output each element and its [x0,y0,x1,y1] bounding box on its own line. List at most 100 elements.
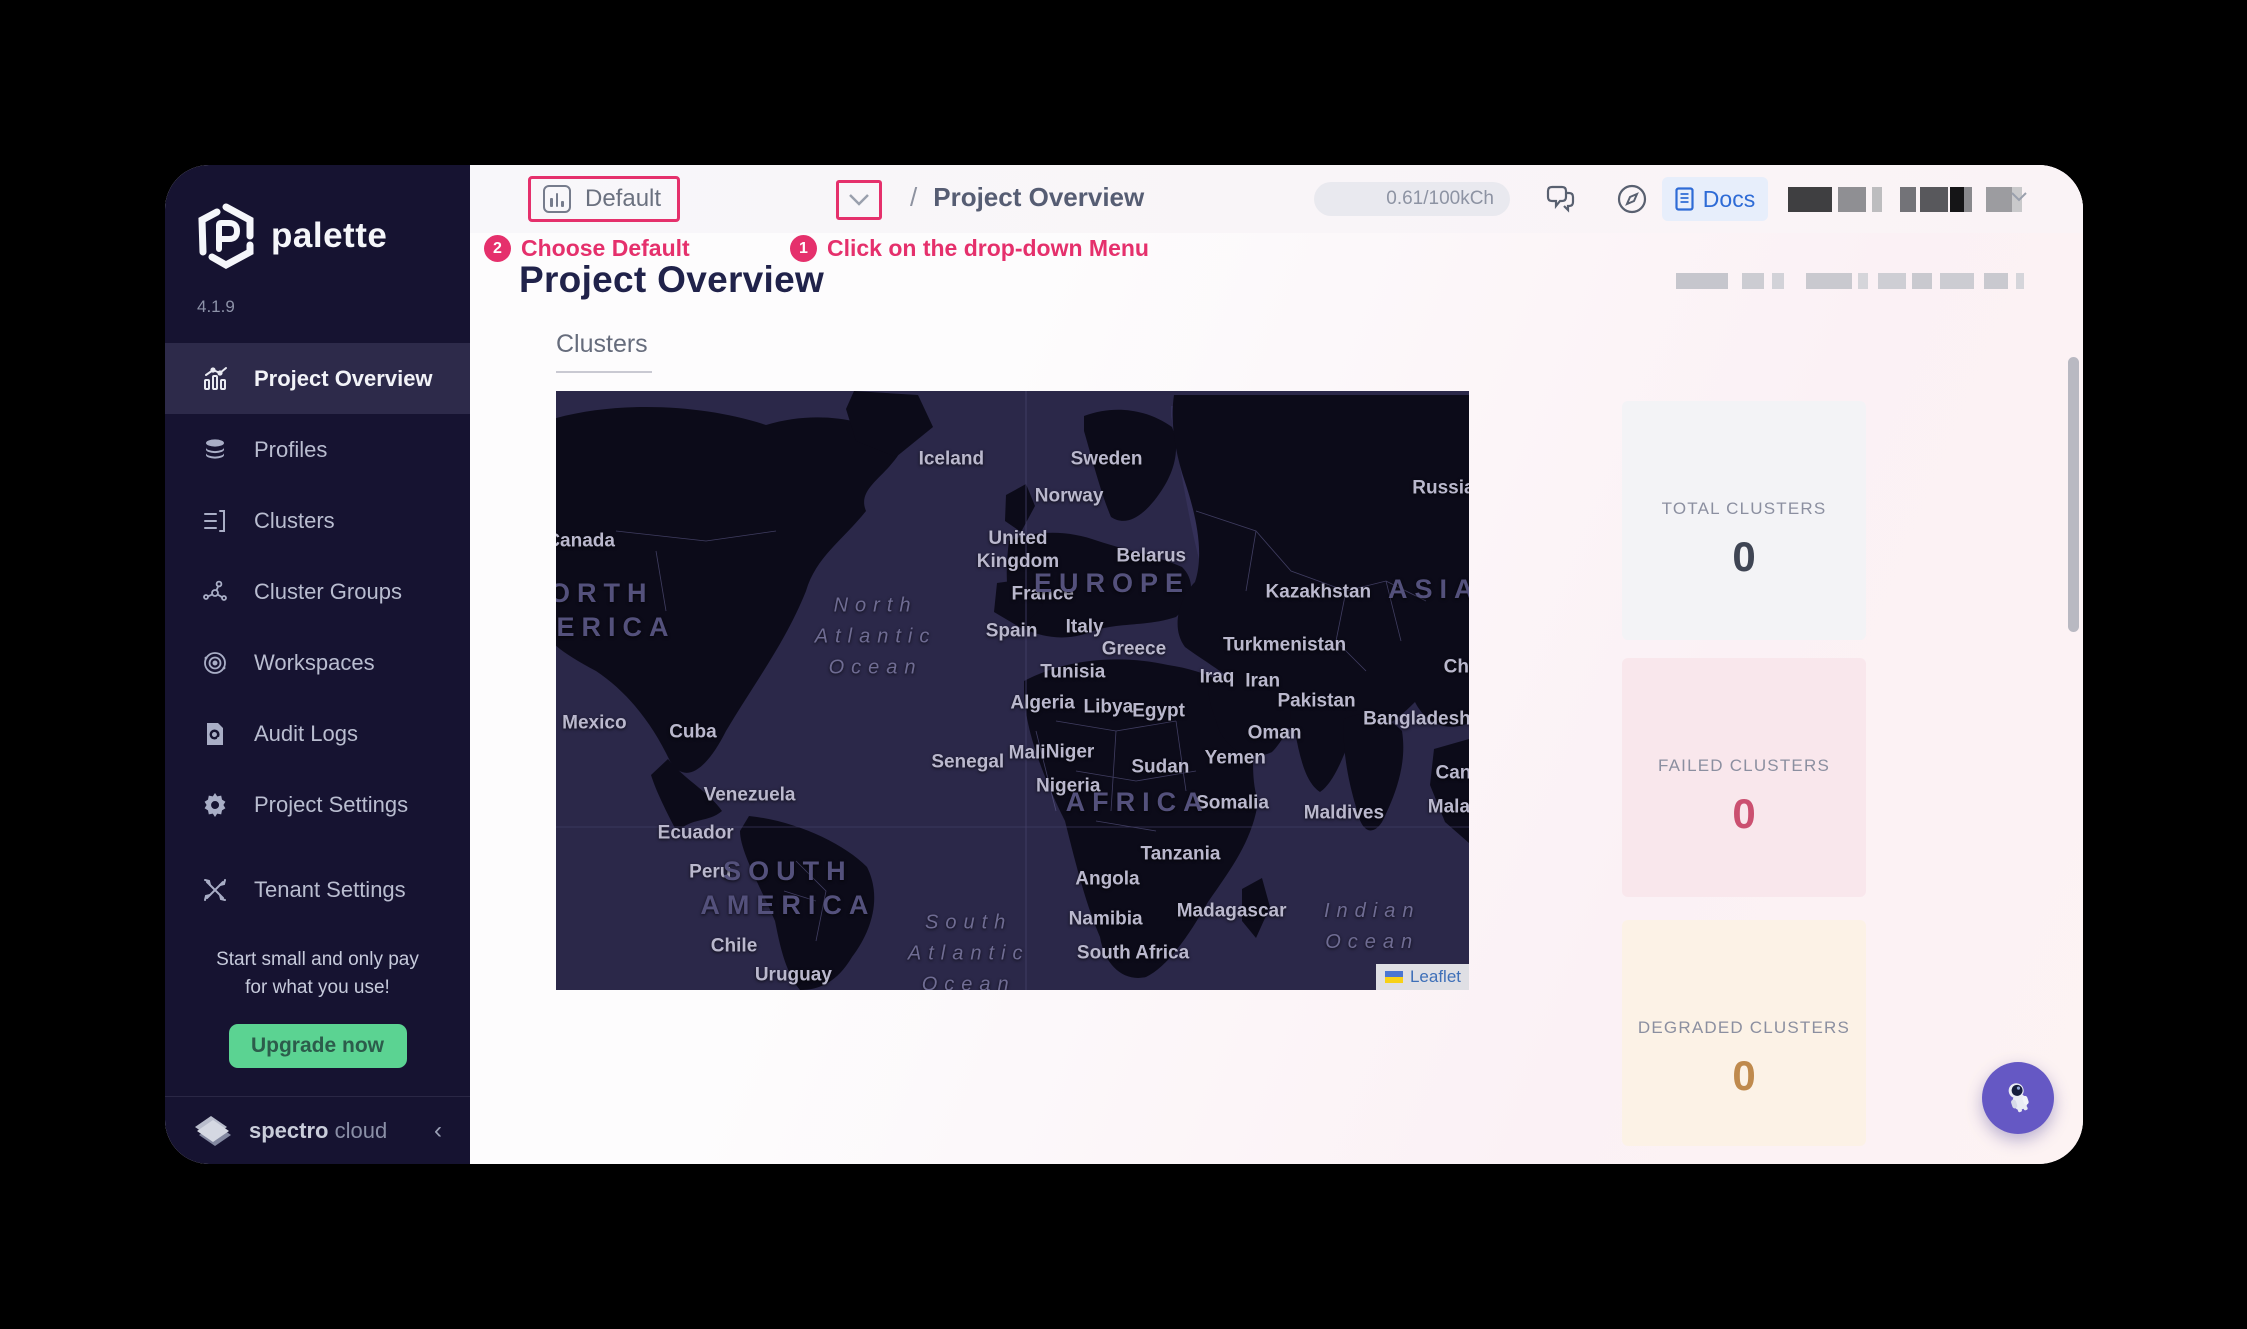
docs-book-icon [1675,187,1694,211]
cluster-groups-icon [200,577,230,607]
annotation-text: Choose Default [521,235,690,262]
stat-card-total-clusters: TOTAL CLUSTERS 0 [1622,401,1866,640]
redacted-block [1788,187,1832,212]
promo-text: Start small and only pay for what you us… [185,946,450,1002]
screenshot-letterbox: palette 4.1.9 Project Overview Profiles Cl… [0,0,2247,1329]
spectro-cloud-logo-icon [191,1111,235,1151]
palette-logo-icon [195,203,257,269]
redacted-block [1838,187,1866,212]
redacted-block [1964,187,1972,212]
stat-card-value: 0 [1732,790,1755,838]
redacted-block [1784,273,1806,289]
project-dropdown-button[interactable] [836,180,882,220]
world-landmass [556,391,1469,990]
tab-clusters[interactable]: Clusters [556,330,648,359]
breadcrumb-separator: / [910,182,917,213]
compass-icon[interactable] [1612,179,1652,219]
project-overview-icon [200,364,230,394]
project-selector[interactable]: Default [528,176,680,222]
redacted-block [1872,187,1882,212]
redacted-block [1950,187,1964,212]
redacted-block [1984,273,2008,289]
annotation-step-1: 1Click on the drop-down Menu [790,235,1149,262]
page-title: Project Overview [519,259,824,301]
sidebar-item-label: Clusters [254,508,335,534]
redacted-block [1764,273,1772,289]
redacted-block [1742,273,1764,289]
annotation-text: Click on the drop-down Menu [827,235,1149,262]
redacted-block [1868,273,1878,289]
sidebar-item-label: Cluster Groups [254,579,402,605]
sidebar-item-project-overview[interactable]: Project Overview [165,343,470,414]
chat-icon[interactable] [1540,179,1580,219]
sidebar-item-clusters[interactable]: Clusters [165,485,470,556]
redacted-block [1986,187,2012,212]
sidebar-item-tenant-settings[interactable]: Tenant Settings [165,854,470,925]
sidebar-item-label: Audit Logs [254,721,358,747]
clusters-icon [200,506,230,536]
main-content: Default / Project Overview 0.61/100kCh D… [470,165,2083,1164]
breadcrumb-current[interactable]: Project Overview [933,182,1144,213]
breadcrumb: / Project Overview [910,182,1144,213]
ukraine-flag-icon [1385,971,1403,983]
annotation-step-2: 2 Choose Default [484,235,690,262]
brand-row: palette [165,165,470,269]
redacted-block [1806,273,1852,289]
sidebar-nav: Project Overview Profiles Clusters Cluster … [165,343,470,925]
annotation-number-badge: 2 [484,235,511,262]
sidebar-item-audit-logs[interactable]: Audit Logs [165,698,470,769]
docs-label: Docs [1703,186,1755,213]
stat-card-value: 0 [1732,533,1755,581]
sidebar-item-label: Workspaces [254,650,375,676]
redacted-block [1932,273,1940,289]
app-version: 4.1.9 [165,269,470,343]
project-chart-icon [543,185,571,213]
docs-button[interactable]: Docs [1662,177,1768,221]
profiles-icon [200,435,230,465]
tenant-settings-icon [200,875,230,905]
project-selector-label: Default [585,185,661,213]
upgrade-now-button[interactable]: Upgrade now [229,1024,407,1068]
clusters-world-map[interactable]: CanadaIcelandSwedenNorwayRussiaUnited Ki… [556,391,1469,990]
workspaces-icon [200,648,230,678]
sidebar-item-project-settings[interactable]: Project Settings [165,769,470,840]
sidebar-item-label: Tenant Settings [254,877,406,903]
sidebar-collapse-icon[interactable]: ‹ [434,1117,442,1145]
chevron-down-icon [848,193,870,207]
header-redacted-text [1676,273,2024,289]
redacted-block [2008,273,2016,289]
map-attribution: Leaflet [1376,964,1469,990]
redacted-block [1972,187,1986,212]
redacted-block [1878,273,1906,289]
user-chevron-down-icon[interactable] [2010,191,2028,203]
app-window: palette 4.1.9 Project Overview Profiles Cl… [165,165,2083,1164]
stat-card-value: 0 [1732,1052,1755,1100]
sidebar-item-cluster-groups[interactable]: Cluster Groups [165,556,470,627]
tab-underline [556,371,652,373]
redacted-block [1912,273,1932,289]
stat-card-label: TOTAL CLUSTERS [1662,499,1827,519]
redacted-block [1728,273,1742,289]
scrollbar-thumb[interactable] [2068,357,2079,632]
upgrade-promo: Start small and only pay for what you us… [165,946,470,1096]
sidebar-item-profiles[interactable]: Profiles [165,414,470,485]
leaflet-link[interactable]: Leaflet [1410,967,1461,987]
redacted-block [1900,187,1916,212]
redacted-block [2016,273,2024,289]
sidebar-item-workspaces[interactable]: Workspaces [165,627,470,698]
redacted-block [1920,187,1948,212]
sidebar: palette 4.1.9 Project Overview Profiles Cl… [165,165,470,1164]
astronaut-icon [1998,1078,2038,1118]
user-menu-redacted[interactable] [1788,187,2022,212]
stat-card-failed-clusters: FAILED CLUSTERS0 [1622,658,1866,897]
sidebar-item-label: Project Overview [254,366,433,392]
sidebar-item-label: Profiles [254,437,327,463]
project-settings-icon [200,790,230,820]
audit-logs-icon [200,719,230,749]
redacted-block [1974,273,1984,289]
redacted-block [1858,273,1868,289]
usage-badge: 0.61/100kCh [1314,182,1510,216]
brand-name: palette [271,216,387,256]
assistant-fab-button[interactable] [1982,1062,2054,1134]
redacted-block [1676,273,1728,289]
